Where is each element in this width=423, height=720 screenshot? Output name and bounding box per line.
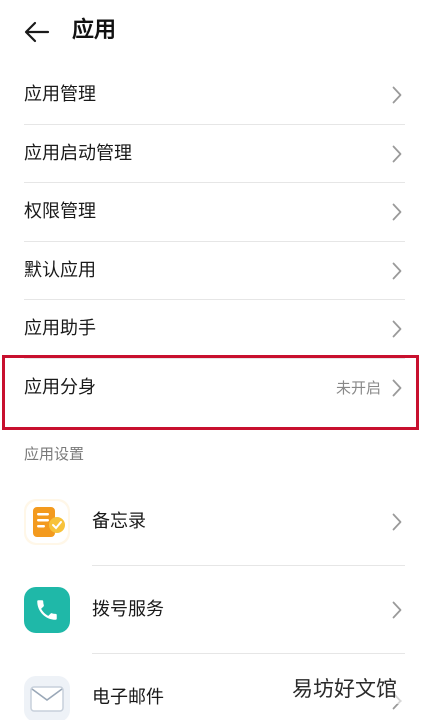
app-row-memo[interactable]: 备忘录 [0,478,423,566]
top-bar: 应用 [0,0,423,64]
settings-item-label: 权限管理 [24,201,96,223]
chevron-right-icon [391,320,403,338]
watermark: 易坊好文馆 [288,674,401,704]
chevron-right-icon [391,145,403,163]
back-button[interactable] [22,17,52,47]
arrow-left-icon [24,21,50,43]
mail-icon [24,676,70,720]
settings-item-label: 应用启动管理 [24,142,132,164]
phone-icon [24,587,70,633]
chevron-right-icon [391,86,403,104]
chevron-right-icon [391,203,403,221]
settings-item-label: 应用管理 [24,84,96,106]
settings-item-app-launch[interactable]: 应用启动管理 [0,125,423,183]
chevron-right-icon [391,262,403,280]
section-title: 应用设置 [24,445,85,463]
memo-icon [24,499,70,545]
settings-item-app-management[interactable]: 应用管理 [0,66,423,125]
chevron-right-icon [391,379,403,397]
settings-list: 应用管理 应用启动管理 权限管理 默认应用 应用助手 应用分身 未开启 [0,66,423,417]
settings-item-label: 应用分身 [24,376,96,398]
page-title: 应用 [72,18,117,43]
settings-item-permissions[interactable]: 权限管理 [0,183,423,242]
settings-item-label: 默认应用 [24,259,96,281]
settings-item-label: 应用助手 [24,318,96,340]
status-value: 未开启 [335,379,381,398]
settings-item-default-apps[interactable]: 默认应用 [0,242,423,300]
chevron-right-icon [391,513,403,531]
app-label: 拨号服务 [92,599,164,620]
settings-item-app-twin[interactable]: 应用分身 未开启 [0,359,423,418]
chevron-right-icon [391,601,403,619]
app-label: 电子邮件 [92,687,164,708]
settings-item-app-assistant[interactable]: 应用助手 [0,300,423,359]
app-label: 备忘录 [92,511,146,532]
app-row-dialer[interactable]: 拨号服务 [0,566,423,654]
